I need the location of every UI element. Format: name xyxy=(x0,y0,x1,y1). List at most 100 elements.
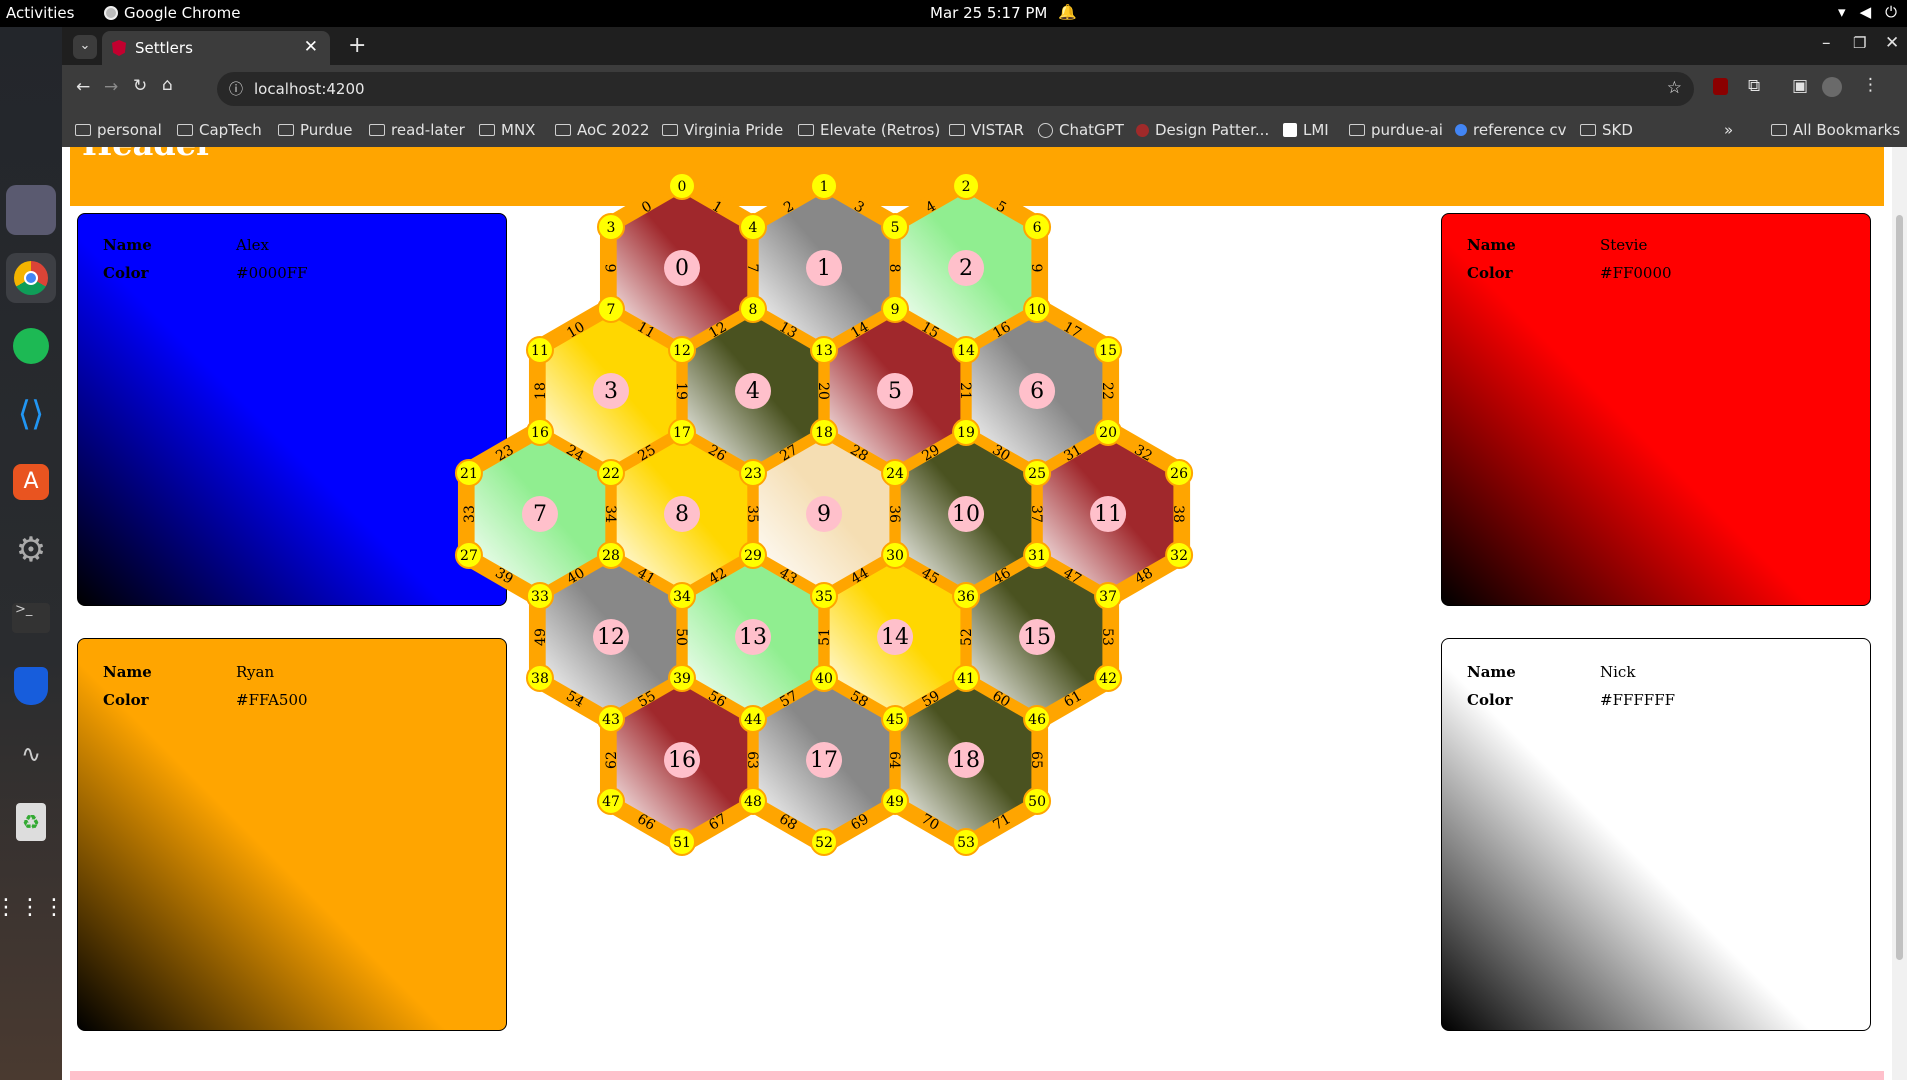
bookmark-folder[interactable]: MNX xyxy=(479,121,535,139)
close-tab-icon[interactable]: ✕ xyxy=(304,37,318,57)
site-info-icon[interactable]: ⓘ xyxy=(229,79,243,99)
bookmark-link[interactable]: LMI xyxy=(1283,121,1329,139)
settlement-spot[interactable]: 32 xyxy=(1165,541,1194,569)
settlement-spot[interactable]: 0 xyxy=(668,172,696,200)
settlement-spot[interactable]: 42 xyxy=(1094,664,1123,692)
bookmark-folder[interactable]: Elevate (Retros) xyxy=(798,121,940,139)
bookmark-folder[interactable]: VISTAR xyxy=(949,121,1024,139)
settlement-spot[interactable]: 21 xyxy=(454,459,483,487)
settlement-spot[interactable]: 29 xyxy=(739,541,768,569)
settlement-spot[interactable]: 3 xyxy=(596,213,625,241)
settlement-spot[interactable]: 28 xyxy=(596,541,625,569)
settlement-spot[interactable]: 38 xyxy=(525,664,554,692)
menu-icon[interactable]: ⋮ xyxy=(1862,75,1879,95)
settlement-spot[interactable]: 7 xyxy=(596,295,625,323)
bookmark-folder[interactable]: CapTech xyxy=(177,121,262,139)
close-window-icon[interactable]: ✕ xyxy=(1885,33,1899,53)
settlement-spot[interactable]: 10 xyxy=(1023,295,1052,323)
side-panel-icon[interactable]: ▣ xyxy=(1792,76,1808,96)
bookmarks-overflow-icon[interactable]: » xyxy=(1724,121,1733,139)
settlement-spot[interactable]: 9 xyxy=(881,295,910,323)
back-icon[interactable]: ← xyxy=(76,77,90,97)
system-tray[interactable]: ▾ ◀ ⏻ xyxy=(1838,3,1897,21)
new-tab-icon[interactable]: + xyxy=(348,33,366,58)
settlement-spot[interactable]: 23 xyxy=(739,459,768,487)
show-apps-icon[interactable]: ⋮⋮⋮ xyxy=(0,883,65,933)
settlement-spot[interactable]: 40 xyxy=(810,664,839,692)
tab-settlers[interactable]: Settlers ✕ xyxy=(102,31,330,65)
activities-button[interactable]: Activities xyxy=(6,4,74,22)
settlement-spot[interactable]: 30 xyxy=(881,541,910,569)
bookmark-link[interactable]: reference cv xyxy=(1455,121,1567,139)
bookmark-star-icon[interactable]: ☆ xyxy=(1667,78,1682,98)
settlement-spot[interactable]: 52 xyxy=(810,828,839,856)
minimize-icon[interactable]: – xyxy=(1822,33,1831,53)
address-bar[interactable]: ⓘ localhost:4200 ☆ xyxy=(217,72,1694,106)
trash-icon[interactable]: ♻ xyxy=(6,797,56,847)
bookmark-link[interactable]: ChatGPT xyxy=(1038,121,1124,139)
settlement-spot[interactable]: 18 xyxy=(810,418,839,446)
settlement-spot[interactable]: 47 xyxy=(596,787,625,815)
settlement-spot[interactable]: 17 xyxy=(668,418,696,446)
terminal-icon[interactable]: >_ xyxy=(6,593,56,643)
settlement-spot[interactable]: 5 xyxy=(881,213,910,241)
extensions-icon[interactable]: ⧉ xyxy=(1748,76,1760,96)
settlement-spot[interactable]: 4 xyxy=(739,213,768,241)
page-scrollbar[interactable] xyxy=(1892,147,1907,1080)
settlement-spot[interactable]: 27 xyxy=(454,541,483,569)
settlement-spot[interactable]: 24 xyxy=(881,459,910,487)
settlement-spot[interactable]: 36 xyxy=(952,582,981,610)
all-bookmarks-button[interactable]: All Bookmarks xyxy=(1771,121,1900,139)
bookmark-folder[interactable]: Purdue xyxy=(278,121,352,139)
maximize-icon[interactable]: ❐ xyxy=(1853,34,1866,52)
settlement-spot[interactable]: 25 xyxy=(1023,459,1052,487)
settlement-spot[interactable]: 49 xyxy=(881,787,910,815)
forward-icon[interactable]: → xyxy=(104,77,118,97)
system-monitor-icon[interactable]: ∿ xyxy=(6,729,56,779)
settlement-spot[interactable]: 33 xyxy=(525,582,554,610)
settlement-spot[interactable]: 31 xyxy=(1023,541,1052,569)
settlement-spot[interactable]: 2 xyxy=(952,172,981,200)
settlement-spot[interactable]: 43 xyxy=(596,705,625,733)
spotify-icon[interactable] xyxy=(6,321,56,371)
settlement-spot[interactable]: 16 xyxy=(525,418,554,446)
settlement-spot[interactable]: 34 xyxy=(668,582,696,610)
settlement-spot[interactable]: 51 xyxy=(668,828,696,856)
app-center-icon[interactable]: A xyxy=(6,457,56,507)
settlement-spot[interactable]: 20 xyxy=(1094,418,1123,446)
ublock-icon[interactable] xyxy=(1713,78,1728,95)
bookmark-folder[interactable]: read-later xyxy=(369,121,465,139)
vscode-icon[interactable]: ⟨⟩ xyxy=(6,389,56,439)
clock[interactable]: Mar 25 5:17 PM xyxy=(930,4,1047,22)
settlement-spot[interactable]: 48 xyxy=(739,787,768,815)
settlement-spot[interactable]: 13 xyxy=(810,336,839,364)
settlement-spot[interactable]: 15 xyxy=(1094,336,1123,364)
reload-icon[interactable]: ↻ xyxy=(133,76,147,96)
settlement-spot[interactable]: 35 xyxy=(810,582,839,610)
settlement-spot[interactable]: 37 xyxy=(1094,582,1123,610)
settlement-spot[interactable]: 6 xyxy=(1023,213,1052,241)
bookmark-folder[interactable]: AoC 2022 xyxy=(555,121,650,139)
settlement-spot[interactable]: 14 xyxy=(952,336,981,364)
home-icon[interactable]: ⌂ xyxy=(162,75,173,95)
settlement-spot[interactable]: 22 xyxy=(596,459,625,487)
files-icon[interactable] xyxy=(6,185,56,235)
bookmark-folder[interactable]: personal xyxy=(75,121,162,139)
settlement-spot[interactable]: 19 xyxy=(952,418,981,446)
bookmark-folder[interactable]: purdue-ai xyxy=(1349,121,1443,139)
bookmark-folder[interactable]: SKD xyxy=(1580,121,1633,139)
settings-icon[interactable]: ⚙ xyxy=(6,525,56,575)
bookmark-folder[interactable]: Virginia Pride xyxy=(662,121,783,139)
settlement-spot[interactable]: 1 xyxy=(810,172,839,200)
bitwarden-icon[interactable] xyxy=(6,661,56,711)
chrome-icon[interactable] xyxy=(6,253,56,303)
settlement-spot[interactable]: 46 xyxy=(1023,705,1052,733)
app-menu[interactable]: Google Chrome xyxy=(104,4,241,22)
scrollbar-thumb[interactable] xyxy=(1896,215,1903,960)
settlement-spot[interactable]: 8 xyxy=(739,295,768,323)
settlement-spot[interactable]: 53 xyxy=(952,828,981,856)
settlement-spot[interactable]: 39 xyxy=(668,664,696,692)
settlement-spot[interactable]: 26 xyxy=(1165,459,1194,487)
settlement-spot[interactable]: 12 xyxy=(668,336,696,364)
settlement-spot[interactable]: 44 xyxy=(739,705,768,733)
